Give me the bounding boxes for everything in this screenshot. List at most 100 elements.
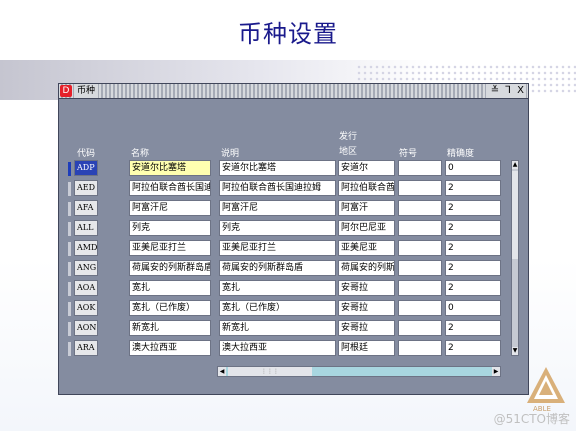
- row-indicator[interactable]: [68, 202, 71, 216]
- cell-symbol[interactable]: [398, 200, 442, 216]
- cell-region[interactable]: 安哥拉: [338, 300, 395, 316]
- cell-precision[interactable]: 2: [445, 220, 501, 236]
- cell-code[interactable]: ANG: [74, 260, 98, 276]
- horizontal-scroll-thumb[interactable]: ⋮⋮⋮: [228, 367, 312, 376]
- cell-desc[interactable]: 亚美尼亚打兰: [219, 240, 336, 256]
- table-row: AFA 阿富汗尼 阿富汗尼 阿富汗 2: [59, 200, 528, 217]
- table-row: AED 阿拉伯联合酋长国迪拉阿拉伯联合酋长国迪拉姆阿拉伯联合酋长 2: [59, 180, 528, 197]
- cell-desc[interactable]: 安道尔比塞塔: [219, 160, 336, 176]
- window-titlebar[interactable]: D 币种 ≚ ⅂ X: [59, 84, 528, 99]
- app-icon: D: [60, 85, 72, 97]
- cell-desc[interactable]: 阿拉伯联合酋长国迪拉姆: [219, 180, 336, 196]
- col-header-desc: 说明: [221, 149, 240, 159]
- cell-name[interactable]: 亚美尼亚打兰: [129, 240, 211, 256]
- cell-code[interactable]: AED: [74, 180, 98, 196]
- cell-name[interactable]: 荷属安的列斯群岛盾: [129, 260, 211, 276]
- table-row: ADP 安道尔比塞塔 安道尔比塞塔 安道尔 0: [59, 160, 528, 177]
- scroll-right-icon[interactable]: ▶: [492, 367, 500, 376]
- cell-desc[interactable]: 列克: [219, 220, 336, 236]
- cell-precision[interactable]: 2: [445, 180, 501, 196]
- col-header-region-line2: 地区: [339, 147, 358, 157]
- cell-region[interactable]: 阿尔巴尼亚: [338, 220, 395, 236]
- cell-name[interactable]: 阿拉伯联合酋长国迪拉: [129, 180, 211, 196]
- cell-symbol[interactable]: [398, 180, 442, 196]
- cell-precision[interactable]: 0: [445, 300, 501, 316]
- cell-name[interactable]: 安道尔比塞塔: [129, 160, 211, 176]
- cell-precision[interactable]: 2: [445, 340, 501, 356]
- currency-window: D 币种 ≚ ⅂ X 代码 名称 说明 发行 地区 符号 精确度 ADP 安道尔比…: [58, 83, 529, 395]
- cell-precision[interactable]: 2: [445, 260, 501, 276]
- cell-code[interactable]: AMD: [74, 240, 98, 256]
- cell-region[interactable]: 阿富汗: [338, 200, 395, 216]
- row-indicator[interactable]: [68, 342, 71, 356]
- cell-symbol[interactable]: [398, 160, 442, 176]
- cell-precision[interactable]: 2: [445, 240, 501, 256]
- cell-name[interactable]: 新宽扎: [129, 320, 211, 336]
- cell-symbol[interactable]: [398, 220, 442, 236]
- cell-symbol[interactable]: [398, 240, 442, 256]
- window-controls: ≚ ⅂ X: [485, 84, 526, 98]
- cell-desc[interactable]: 澳大拉西亚: [219, 340, 336, 356]
- horizontal-scrollbar[interactable]: ◀ ⋮⋮⋮ ▶: [217, 366, 501, 377]
- cell-desc[interactable]: 阿富汗尼: [219, 200, 336, 216]
- row-indicator[interactable]: [68, 182, 71, 196]
- scroll-left-icon[interactable]: ◀: [218, 367, 226, 376]
- cell-name[interactable]: 澳大拉西亚: [129, 340, 211, 356]
- cell-code[interactable]: ADP: [74, 160, 98, 176]
- cell-region[interactable]: 荷属安的列斯群: [338, 260, 395, 276]
- row-indicator[interactable]: [68, 222, 71, 236]
- col-header-name: 名称: [131, 149, 150, 159]
- cell-symbol[interactable]: [398, 340, 442, 356]
- cell-code[interactable]: AON: [74, 320, 98, 336]
- table-row: AON 新宽扎 新宽扎 安哥拉 2: [59, 320, 528, 337]
- table-row: AOA 宽扎 宽扎 安哥拉 2: [59, 280, 528, 297]
- cell-region[interactable]: 亚美尼亚: [338, 240, 395, 256]
- row-indicator[interactable]: [68, 302, 71, 316]
- cell-region[interactable]: 阿拉伯联合酋长: [338, 180, 395, 196]
- cell-desc[interactable]: 宽扎: [219, 280, 336, 296]
- table-row: ARA 澳大拉西亚 澳大拉西亚 阿根廷 2: [59, 340, 528, 357]
- cell-region[interactable]: 阿根廷: [338, 340, 395, 356]
- vertical-scroll-thumb[interactable]: [512, 171, 518, 259]
- cell-precision[interactable]: 2: [445, 200, 501, 216]
- cell-precision[interactable]: 2: [445, 320, 501, 336]
- close-icon[interactable]: X: [517, 85, 524, 96]
- cell-code[interactable]: ALL: [74, 220, 98, 236]
- col-header-code: 代码: [77, 149, 96, 159]
- cell-symbol[interactable]: [398, 260, 442, 276]
- cell-region[interactable]: 安哥拉: [338, 320, 395, 336]
- scroll-down-icon[interactable]: ▼: [512, 347, 518, 355]
- cell-desc[interactable]: 宽扎（已作废）: [219, 300, 336, 316]
- cell-region[interactable]: 安道尔: [338, 160, 395, 176]
- table-row: AMD 亚美尼亚打兰 亚美尼亚打兰 亚美尼亚 2: [59, 240, 528, 257]
- cell-desc[interactable]: 新宽扎: [219, 320, 336, 336]
- cell-symbol[interactable]: [398, 320, 442, 336]
- cell-name[interactable]: 列克: [129, 220, 211, 236]
- restore-icon[interactable]: ⅂: [505, 85, 511, 96]
- cell-code[interactable]: ARA: [74, 340, 98, 356]
- cell-desc[interactable]: 荷属安的列斯群岛盾: [219, 260, 336, 276]
- vertical-scrollbar[interactable]: ▲ ▼: [511, 160, 519, 356]
- minimize-icon[interactable]: ≚: [491, 85, 499, 96]
- cell-name[interactable]: 阿富汗尼: [129, 200, 211, 216]
- row-indicator[interactable]: [68, 162, 71, 176]
- cell-name[interactable]: 宽扎: [129, 280, 211, 296]
- table-row: ANG荷属安的列斯群岛盾荷属安的列斯群岛盾荷属安的列斯群2: [59, 260, 528, 277]
- cell-symbol[interactable]: [398, 300, 442, 316]
- row-indicator[interactable]: [68, 262, 71, 276]
- cell-code[interactable]: AOK: [74, 300, 98, 316]
- cell-precision[interactable]: 2: [445, 280, 501, 296]
- cell-code[interactable]: AFA: [74, 200, 98, 216]
- slide-title: 币种设置: [238, 20, 338, 48]
- row-indicator[interactable]: [68, 282, 71, 296]
- cell-symbol[interactable]: [398, 280, 442, 296]
- row-indicator[interactable]: [68, 322, 71, 336]
- watermark: @51CTO博客: [493, 412, 570, 426]
- cell-region[interactable]: 安哥拉: [338, 280, 395, 296]
- scroll-up-icon[interactable]: ▲: [512, 161, 518, 169]
- cell-name[interactable]: 宽扎（已作废）: [129, 300, 211, 316]
- row-indicator[interactable]: [68, 242, 71, 256]
- cell-code[interactable]: AOA: [74, 280, 98, 296]
- window-title: 币种: [74, 84, 99, 98]
- cell-precision[interactable]: 0: [445, 160, 501, 176]
